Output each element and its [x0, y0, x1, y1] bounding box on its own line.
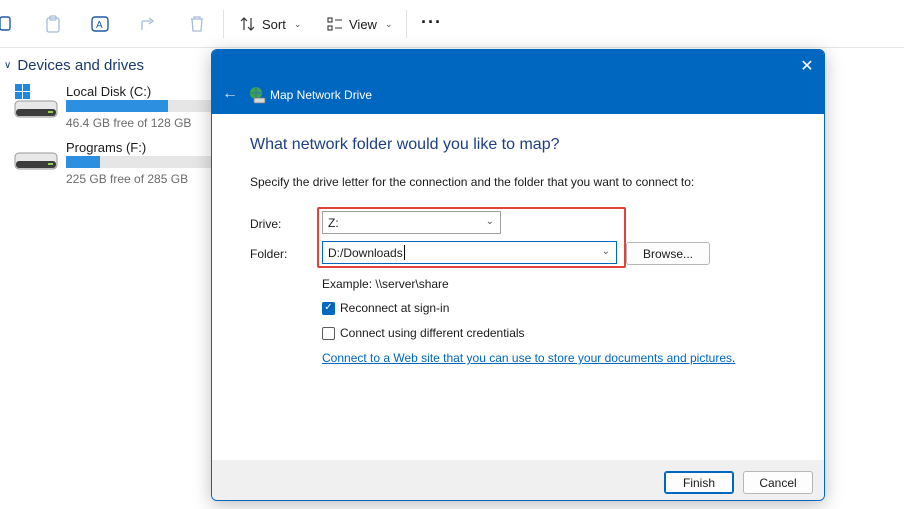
- devices-and-drives-header[interactable]: ∨ Devices and drives: [4, 57, 144, 74]
- dialog-instruction: Specify the drive letter for the connect…: [250, 175, 695, 189]
- link-suffix: .: [732, 351, 736, 365]
- folder-input[interactable]: D:/Downloads ⌄: [322, 241, 617, 264]
- windows-drive-icon: [14, 84, 60, 124]
- delete-icon[interactable]: [187, 14, 207, 34]
- cancel-button[interactable]: Cancel: [743, 471, 813, 494]
- share-icon[interactable]: [138, 14, 158, 34]
- drive-item-f[interactable]: Programs (F:) 225 GB free of 285 GB: [14, 140, 234, 186]
- credentials-label: Connect using different credentials: [340, 326, 525, 340]
- chevron-down-icon: ⌄: [384, 18, 393, 29]
- reconnect-label: Reconnect at sign-in: [340, 301, 450, 315]
- new-icon[interactable]: [0, 14, 16, 34]
- svg-text:A: A: [96, 20, 103, 31]
- explorer-toolbar: A Sort ⌄ View ⌄ ···: [0, 0, 904, 48]
- drive-free-space: 46.4 GB free of 128 GB: [66, 116, 192, 130]
- chevron-down-icon: ⌄: [601, 246, 610, 257]
- reconnect-checkbox[interactable]: ✓: [322, 301, 335, 315]
- credentials-checkbox-row[interactable]: Connect using different credentials: [322, 326, 525, 340]
- sort-button[interactable]: Sort ⌄: [240, 13, 301, 35]
- hard-drive-icon: [14, 140, 60, 180]
- dialog-body: What network folder would you like to ma…: [212, 114, 824, 460]
- more-icon[interactable]: ···: [421, 13, 443, 35]
- back-arrow-icon[interactable]: ←: [220, 84, 240, 104]
- drive-free-space: 225 GB free of 285 GB: [66, 172, 189, 186]
- sort-label: Sort: [262, 16, 286, 32]
- drive-usage-bar: [66, 156, 226, 168]
- drive-letter-select[interactable]: Z: ⌄: [322, 211, 501, 234]
- toolbar-divider: [406, 10, 407, 38]
- browse-button[interactable]: Browse...: [626, 242, 710, 265]
- folder-label: Folder:: [250, 247, 288, 261]
- toolbar-divider: [223, 10, 224, 38]
- chevron-down-icon: ∨: [4, 60, 12, 71]
- credentials-checkbox[interactable]: [322, 326, 335, 340]
- web-site-link-text[interactable]: Connect to a Web site that you can use t…: [322, 351, 732, 365]
- view-icon: [327, 17, 342, 31]
- example-text: Example: \\server\share: [322, 277, 449, 291]
- text-cursor: [403, 245, 405, 260]
- dialog-heading: What network folder would you like to ma…: [250, 136, 560, 153]
- network-drive-icon: [248, 86, 266, 104]
- folder-value: D:/Downloads: [328, 245, 403, 260]
- drive-usage-bar: [66, 100, 226, 112]
- map-network-drive-dialog: ✕ ← Map Network Drive What network folde…: [211, 49, 825, 501]
- sort-icon: [240, 17, 255, 31]
- section-title: Devices and drives: [17, 57, 145, 74]
- drive-label: Drive:: [250, 217, 282, 231]
- paste-icon[interactable]: [43, 14, 63, 34]
- chevron-down-icon: ⌄: [293, 18, 302, 29]
- drive-name: Local Disk (C:): [66, 84, 152, 99]
- dialog-titlebar: ✕ ← Map Network Drive: [212, 50, 824, 114]
- web-site-link[interactable]: Connect to a Web site that you can use t…: [322, 351, 735, 365]
- drive-name: Programs (F:): [66, 140, 147, 155]
- dialog-footer: Finish Cancel: [212, 460, 824, 500]
- drive-item-c[interactable]: Local Disk (C:) 46.4 GB free of 128 GB: [14, 84, 234, 130]
- chevron-down-icon: ⌄: [485, 216, 494, 227]
- close-icon[interactable]: ✕: [796, 56, 818, 78]
- view-button[interactable]: View ⌄: [327, 13, 393, 35]
- rename-icon[interactable]: A: [90, 14, 110, 34]
- finish-button[interactable]: Finish: [664, 471, 734, 494]
- dialog-title: Map Network Drive: [270, 88, 373, 102]
- reconnect-checkbox-row[interactable]: ✓ Reconnect at sign-in: [322, 301, 449, 315]
- drive-letter-value: Z:: [328, 215, 339, 230]
- view-label: View: [349, 16, 377, 32]
